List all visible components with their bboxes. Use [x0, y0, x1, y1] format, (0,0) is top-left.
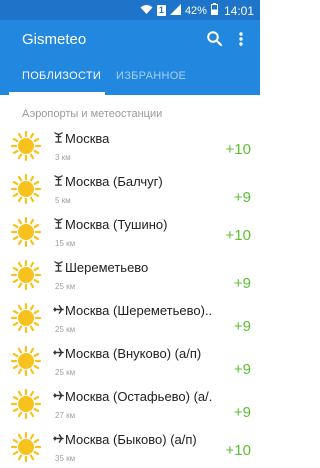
weather-station-icon [53, 261, 65, 275]
station-name: Москва (Остафьево) (а/... [53, 389, 213, 404]
sun-icon [10, 302, 42, 334]
sun-icon [10, 388, 42, 420]
weather-station-icon [53, 175, 65, 189]
app-bar: Gismeteo ПОБЛИЗОСТИ ИЗБРАННОЕ [0, 20, 260, 95]
station-name-label: Москва (Тушино) [65, 217, 168, 232]
weather-station-icon [53, 132, 65, 146]
station-distance: 25 км [55, 368, 76, 377]
station-row[interactable]: Шереметьево 25 км +9 [0, 253, 260, 296]
station-name-label: Москва (Остафьево) (а/... [65, 389, 213, 404]
weather-station-icon [53, 218, 65, 232]
status-bar: 1 42% 14:01 [0, 0, 260, 20]
station-name-label: Москва (Шереметьево)... [65, 303, 213, 318]
app-title: Gismeteo [22, 31, 87, 48]
station-distance: 25 км [55, 282, 76, 291]
more-vert-icon [239, 32, 243, 46]
station-row[interactable]: Москва 3 км +10 [0, 124, 260, 167]
station-distance: 15 км [55, 239, 76, 248]
station-distance: 5 км [55, 196, 71, 205]
station-name-label: Москва (Внуково) (а/п) [65, 346, 202, 361]
station-distance: 25 км [55, 325, 76, 334]
sun-icon [10, 259, 42, 291]
station-list: Москва 3 км +10 Москва (Балчуг) 5 км +9 Москва… [0, 124, 260, 468]
station-name: Москва (Шереметьево)... [53, 303, 213, 318]
station-distance: 27 км [55, 411, 76, 420]
station-temperature: +10 [225, 442, 251, 459]
sun-icon [10, 173, 42, 205]
battery-percent: 42% [184, 4, 207, 17]
station-temperature: +9 [233, 404, 251, 421]
station-temperature: +9 [233, 318, 251, 335]
tab-indicator [9, 92, 105, 95]
sun-icon [10, 130, 42, 162]
station-name-label: Москва [65, 131, 110, 146]
station-row[interactable]: Москва (Остафьево) (а/... 27 км +9 [0, 382, 260, 425]
station-name: Москва (Балчуг) [53, 174, 213, 189]
station-name: Москва (Внуково) (а/п) [53, 346, 213, 361]
station-row[interactable]: Москва (Шереметьево)... 25 км +9 [0, 296, 260, 339]
station-name: Москва (Тушино) [53, 217, 213, 232]
airplane-icon [53, 347, 65, 361]
signal-icon [169, 3, 181, 18]
station-row[interactable]: Москва (Быково) (а/п) 35 км +10 [0, 425, 260, 468]
station-temperature: +9 [233, 275, 251, 292]
more-options-button[interactable] [234, 29, 248, 49]
station-temperature: +10 [225, 227, 251, 244]
station-distance: 3 км [55, 153, 71, 162]
sun-icon [10, 216, 42, 248]
airplane-icon [53, 390, 65, 404]
sun-icon [10, 431, 42, 463]
search-button[interactable] [205, 29, 225, 49]
airplane-icon [53, 304, 65, 318]
station-distance: 35 км [55, 454, 76, 463]
tab-favorites[interactable]: ИЗБРАННОЕ [116, 70, 186, 82]
wifi-icon [140, 4, 153, 18]
station-row[interactable]: Москва (Внуково) (а/п) 25 км +9 [0, 339, 260, 382]
airplane-icon [53, 433, 65, 447]
station-row[interactable]: Москва (Балчуг) 5 км +9 [0, 167, 260, 210]
sun-icon [10, 345, 42, 377]
station-name: Москва [53, 131, 213, 146]
station-temperature: +9 [233, 361, 251, 378]
sim-icon: 1 [156, 5, 166, 16]
station-name-label: Шереметьево [65, 260, 149, 275]
station-name-label: Москва (Быково) (а/п) [65, 432, 197, 447]
tab-nearby[interactable]: ПОБЛИЗОСТИ [22, 70, 101, 82]
station-temperature: +9 [233, 189, 251, 206]
station-name: Шереметьево [53, 260, 213, 275]
station-temperature: +10 [225, 141, 251, 158]
search-icon [207, 31, 223, 47]
battery-icon [210, 3, 218, 18]
station-name: Москва (Быково) (а/п) [53, 432, 213, 447]
section-header: Аэропорты и метеостанции [22, 108, 163, 120]
station-name-label: Москва (Балчуг) [65, 174, 163, 189]
clock: 14:01 [223, 3, 254, 18]
station-row[interactable]: Москва (Тушино) 15 км +10 [0, 210, 260, 253]
